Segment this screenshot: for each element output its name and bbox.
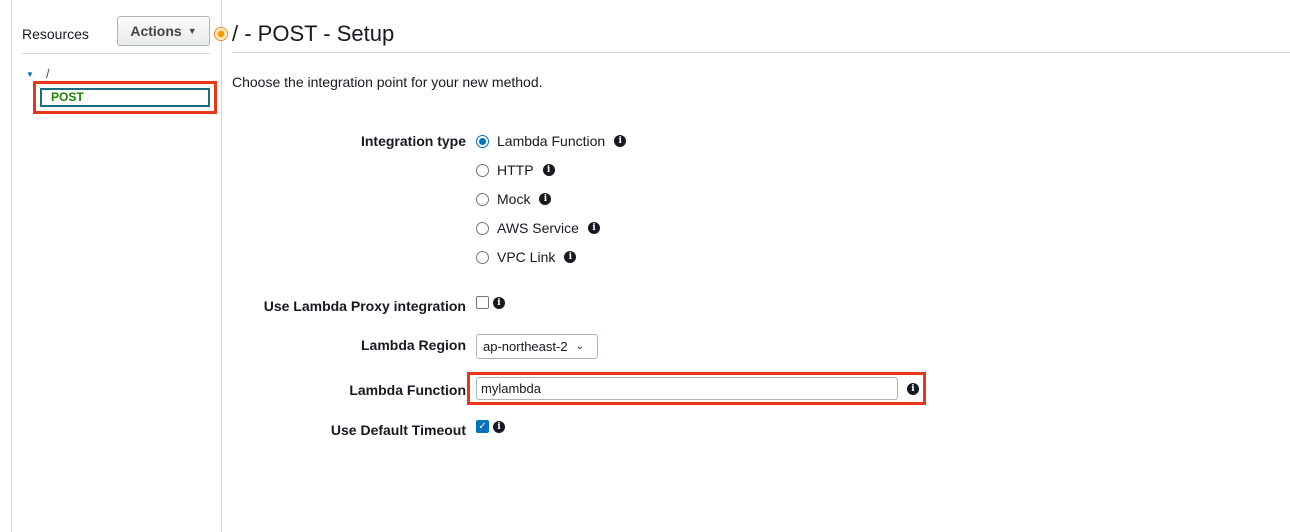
info-icon[interactable]: i [539,193,552,205]
lambda-function-input[interactable]: mylambda [476,377,898,400]
tree-root-resource[interactable]: / [46,66,50,81]
integration-type-label: Integration type [360,133,466,149]
default-timeout-label: Use Default Timeout [330,422,466,438]
title-divider [232,52,1290,53]
lambda-proxy-checkbox[interactable] [476,296,489,309]
page-title: / - POST - Setup [232,21,395,46]
sidebar-header-divider [22,53,210,54]
default-timeout-checkbox[interactable]: ✓ [476,420,489,433]
radio-http[interactable]: HTTP i [476,162,555,178]
radio-vpc-link[interactable]: VPC Link i [476,249,577,265]
radio-label: VPC Link [497,249,556,265]
radio-label: Mock [497,191,531,207]
radio-aws-service[interactable]: AWS Service i [476,220,600,236]
info-icon[interactable]: i [564,251,577,263]
radio-lambda-function[interactable]: Lambda Function i [476,133,627,149]
radio-mock[interactable]: Mock i [476,191,552,207]
chevron-down-icon: ⌄ [575,341,584,352]
region-selected-value: ap-northeast-2 [483,339,568,354]
radio-button-selected[interactable] [476,134,489,148]
lambda-function-highlight-box: mylambda i [467,372,926,405]
radio-button[interactable] [476,192,489,206]
caret-down-icon: ▼ [187,26,197,36]
intro-text: Choose the integration point for your ne… [232,74,543,90]
info-icon[interactable]: i [493,421,505,433]
info-icon[interactable]: i [493,297,505,309]
actions-label: Actions [130,23,182,39]
sidebar-divider [221,0,222,532]
info-icon[interactable]: i [614,135,627,147]
radio-button[interactable] [476,163,489,177]
lambda-region-select[interactable]: ap-northeast-2 ⌄ [476,334,598,359]
lambda-function-label: Lambda Function [349,382,466,398]
radio-label: AWS Service [497,220,579,236]
info-icon[interactable]: i [542,164,555,176]
radio-button[interactable] [476,250,489,264]
loading-spinner-icon [214,27,228,41]
lambda-region-label: Lambda Region [360,337,466,353]
tree-method-post[interactable]: POST [40,88,210,107]
left-border [11,0,12,532]
lambda-proxy-label: Use Lambda Proxy integration [263,298,466,314]
resources-label: Resources [22,26,89,42]
radio-label: Lambda Function [497,133,606,149]
radio-label: HTTP [497,162,534,178]
post-highlight-box: POST [33,81,217,114]
radio-button[interactable] [476,221,489,235]
info-icon[interactable]: i [587,222,600,234]
actions-button[interactable]: Actions ▼ [117,16,210,46]
info-icon[interactable]: i [907,383,919,395]
tree-expand-icon[interactable]: ▼ [26,70,34,79]
